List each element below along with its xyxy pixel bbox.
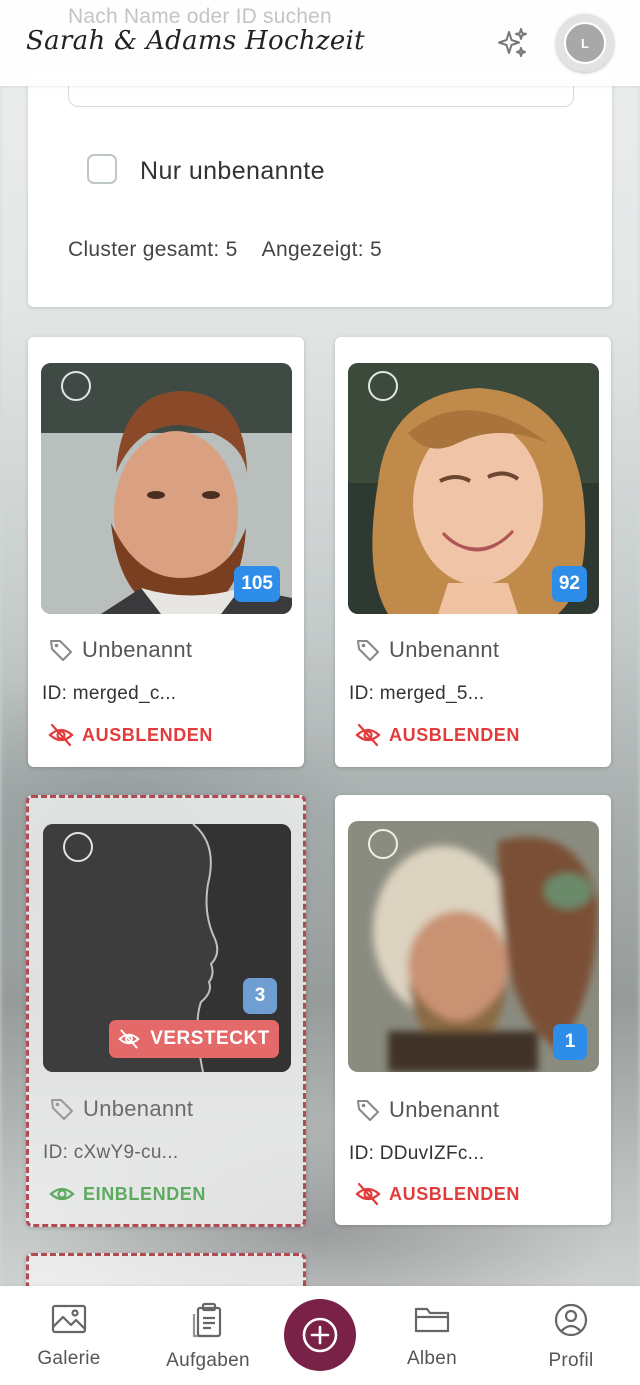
hide-button[interactable]: AUSBLENDEN xyxy=(355,1181,520,1207)
avatar: L xyxy=(564,22,606,64)
cluster-card-hidden[interactable]: 3 VERSTECKT Unbenannt ID: cXwY9-cu... EI… xyxy=(26,795,306,1227)
cluster-name-row[interactable]: Unbenannt xyxy=(48,637,192,663)
tag-icon xyxy=(357,1100,379,1121)
cluster-photo[interactable]: 1 xyxy=(348,821,599,1072)
sparkles-icon[interactable] xyxy=(494,26,530,62)
clusters-total: Cluster gesamt: 5 xyxy=(68,238,238,261)
photo-count-badge: 1 xyxy=(553,1024,587,1060)
photo-count-badge: 3 xyxy=(243,978,277,1014)
cluster-name-row[interactable]: Unbenannt xyxy=(355,1097,499,1123)
eye-off-icon xyxy=(48,723,74,747)
cluster-id: ID: merged_5... xyxy=(349,683,485,704)
cluster-id: ID: DDuvIZFc... xyxy=(349,1143,485,1164)
nav-item-profil[interactable]: Profil xyxy=(516,1302,626,1372)
hide-label: AUSBLENDEN xyxy=(389,1183,521,1204)
app-title: Sarah & Adams Hochzeit xyxy=(26,26,365,56)
hide-button[interactable]: AUSBLENDEN xyxy=(355,722,520,748)
select-circle[interactable] xyxy=(61,371,91,401)
select-circle[interactable] xyxy=(368,829,398,859)
nav-label: Galerie xyxy=(37,1348,101,1369)
plus-circle-icon xyxy=(302,1317,338,1353)
nav-label: Aufgaben xyxy=(166,1350,250,1371)
hide-label: AUSBLENDEN xyxy=(82,724,214,745)
cluster-name: Unbenannt xyxy=(389,1097,500,1122)
cluster-card[interactable]: 92 Unbenannt ID: merged_5... AUSBLENDEN xyxy=(335,337,611,767)
nav-item-aufgaben[interactable]: Aufgaben xyxy=(153,1302,263,1372)
filter-card: Nur unbenannte Cluster gesamt: 5 Angezeig… xyxy=(28,70,612,307)
cluster-photo[interactable]: 3 VERSTECKT xyxy=(43,824,291,1072)
eye-off-icon xyxy=(355,723,381,747)
cluster-name-row[interactable]: Unbenannt xyxy=(49,1096,193,1122)
cluster-id: ID: merged_c... xyxy=(42,683,177,704)
cluster-id: ID: cXwY9-cu... xyxy=(43,1142,179,1163)
cluster-name: Unbenannt xyxy=(389,637,500,662)
nav-item-galerie[interactable]: Galerie xyxy=(14,1302,124,1370)
hide-button[interactable]: AUSBLENDEN xyxy=(48,722,213,748)
cluster-name: Unbenannt xyxy=(83,1096,194,1121)
show-button[interactable]: EINBLENDEN xyxy=(49,1181,206,1207)
app-header: Nach Name oder ID suchen Sarah & Adams H… xyxy=(0,0,640,86)
tag-icon xyxy=(357,640,379,661)
hide-label: AUSBLENDEN xyxy=(389,724,521,745)
avatar-button[interactable]: L xyxy=(556,14,614,72)
cluster-stats: Cluster gesamt: 5 Angezeigt: 5 xyxy=(68,238,382,262)
cluster-card[interactable]: 105 Unbenannt ID: merged_c... AUSBLENDEN xyxy=(28,337,304,767)
tag-icon xyxy=(50,640,72,661)
hidden-status-label: VERSTECKT xyxy=(150,1028,270,1049)
cluster-photo[interactable]: 105 xyxy=(41,363,292,614)
tag-icon xyxy=(51,1099,73,1120)
add-button[interactable] xyxy=(284,1299,356,1371)
unnamed-only-checkbox[interactable] xyxy=(87,154,117,184)
image-icon xyxy=(51,1304,87,1334)
photo-count-badge: 105 xyxy=(234,566,280,602)
clusters-shown: Angezeigt: 5 xyxy=(261,238,383,261)
cluster-name: Unbenannt xyxy=(82,637,193,662)
clipboard-icon xyxy=(192,1302,222,1338)
cluster-card[interactable]: 1 Unbenannt ID: DDuvIZFc... AUSBLENDEN xyxy=(335,795,611,1225)
eye-off-icon xyxy=(355,1182,381,1206)
folder-icon xyxy=(414,1307,450,1333)
eye-icon xyxy=(49,1187,75,1201)
photo-count-badge: 92 xyxy=(551,566,587,602)
nav-label: Profil xyxy=(548,1350,594,1371)
eye-off-icon xyxy=(118,1029,140,1049)
show-label: EINBLENDEN xyxy=(83,1183,207,1204)
unnamed-only-label[interactable]: Nur unbenannte xyxy=(140,157,325,186)
user-circle-icon xyxy=(554,1303,588,1337)
cluster-photo[interactable]: 92 xyxy=(348,363,599,614)
cluster-name-row[interactable]: Unbenannt xyxy=(355,637,499,663)
nav-item-alben[interactable]: Alben xyxy=(377,1302,487,1370)
hidden-status-badge: VERSTECKT xyxy=(109,1020,279,1058)
select-circle[interactable] xyxy=(368,371,398,401)
select-circle[interactable] xyxy=(63,832,93,862)
nav-label: Alben xyxy=(406,1348,458,1369)
